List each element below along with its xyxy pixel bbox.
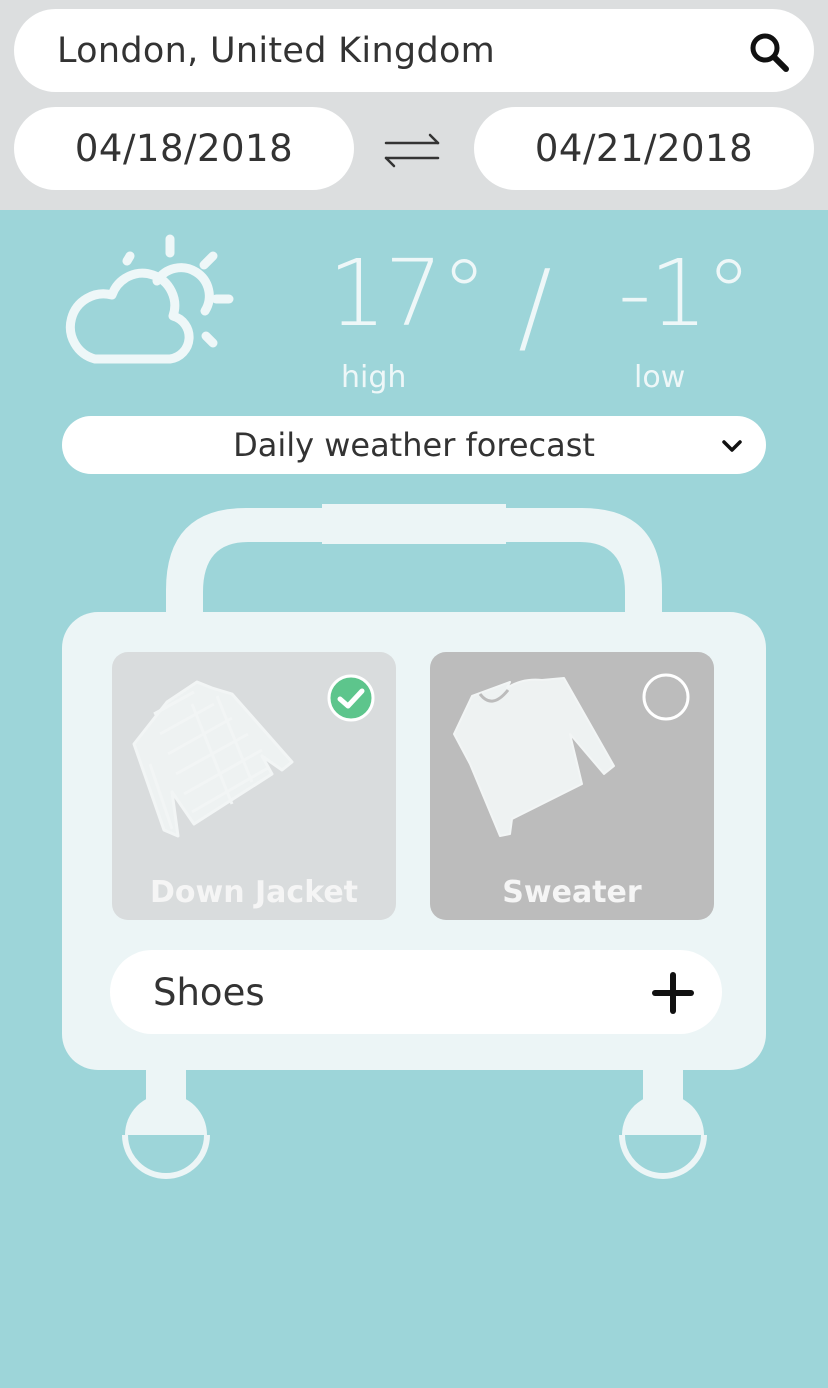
unchecked-icon[interactable] (642, 673, 690, 721)
temperature-separator: / (518, 248, 552, 365)
chevron-down-icon (722, 440, 742, 452)
category-label: Shoes (153, 970, 265, 1014)
item-label: Down Jacket (149, 875, 359, 910)
high-temperature: 17° (328, 240, 487, 347)
item-card-sweater[interactable]: Sweater (430, 652, 714, 920)
forecast-dropdown[interactable]: Daily weather forecast (62, 416, 766, 474)
swap-arrows-icon[interactable] (383, 132, 441, 168)
forecast-dropdown-value: Daily weather forecast (233, 426, 595, 464)
low-label: low (634, 360, 686, 395)
start-date-text: 04/18/2018 (74, 127, 294, 170)
sweater-icon (453, 677, 615, 837)
suitcase-handle-grip (322, 504, 506, 544)
down-jacket-icon (132, 680, 294, 838)
end-date-field[interactable]: 04/21/2018 (474, 107, 814, 190)
search-icon[interactable] (748, 31, 790, 73)
start-date-field[interactable]: 04/18/2018 (14, 107, 354, 190)
left-wheel (122, 1094, 210, 1179)
location-search-field[interactable]: London, United Kingdom (14, 9, 814, 92)
partly-cloudy-icon (65, 234, 234, 364)
item-card-down-jacket[interactable]: Down Jacket (112, 652, 396, 920)
category-row-shoes[interactable]: Shoes (110, 950, 722, 1034)
checked-icon[interactable] (327, 674, 375, 722)
right-wheel (619, 1094, 707, 1179)
high-label: high (341, 360, 407, 395)
low-temperature: -1° (618, 240, 752, 347)
item-label: Sweater (502, 875, 642, 910)
end-date-text: 04/21/2018 (534, 127, 754, 170)
plus-icon[interactable] (652, 972, 694, 1014)
location-text: London, United Kingdom (57, 30, 496, 71)
